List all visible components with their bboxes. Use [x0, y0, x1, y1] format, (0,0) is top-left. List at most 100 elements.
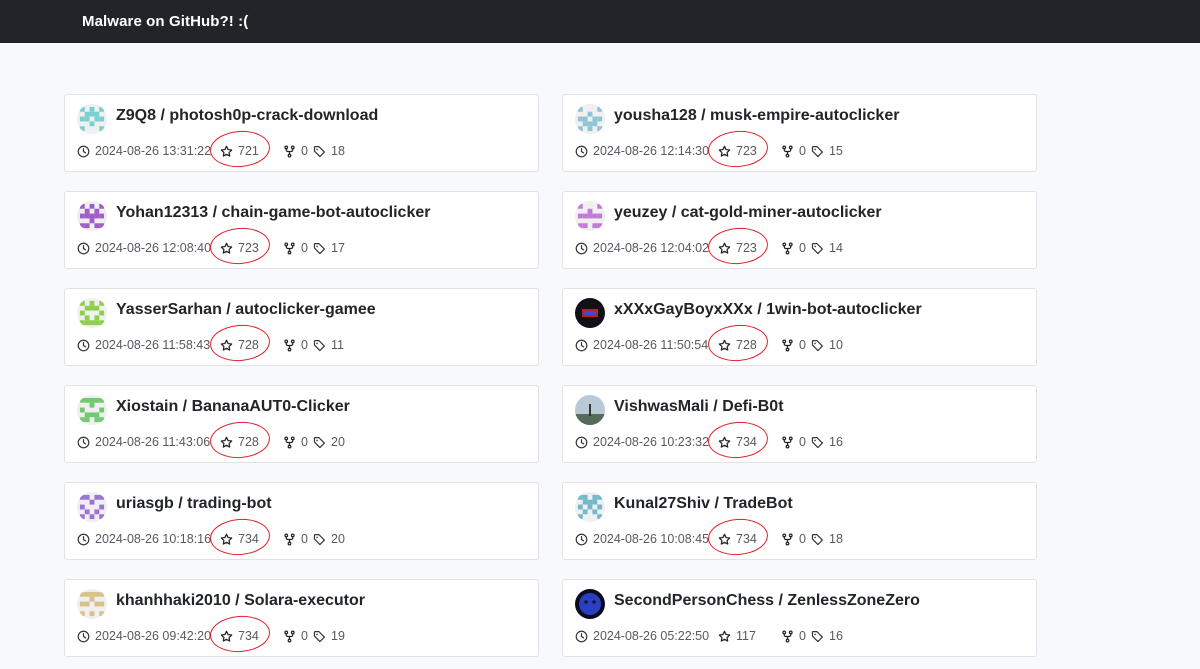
tag-count[interactable]: 14 — [811, 239, 843, 257]
owner-avatar[interactable] — [575, 201, 605, 231]
tag-count[interactable]: 18 — [811, 530, 843, 548]
repo-link[interactable]: xXXxGayBoyxXXx / 1win-bot-autoclicker — [614, 301, 922, 319]
repo-card[interactable]: YasserSarhan / autoclicker-gamee 2024-08… — [64, 288, 539, 366]
pushed-time: 2024-08-26 12:14:30 — [575, 142, 709, 160]
fork-count[interactable]: 0 — [283, 530, 308, 548]
owner-avatar[interactable] — [77, 492, 107, 522]
repo-link[interactable]: Z9Q8 / photosh0p-crack-download — [116, 107, 378, 125]
fork-count-value: 0 — [799, 629, 806, 643]
tag-count-value: 18 — [829, 532, 843, 546]
pushed-time: 2024-08-26 13:31:22 — [77, 142, 211, 160]
star-icon — [220, 630, 238, 643]
repo-link[interactable]: khanhhaki2010 / Solara-executor — [116, 592, 365, 610]
tag-icon — [313, 242, 331, 255]
owner-avatar[interactable] — [575, 492, 605, 522]
tag-count[interactable]: 15 — [811, 142, 843, 160]
repo-meta: 2024-08-26 10:23:32 734 0 16 — [575, 419, 1035, 461]
star-count-value: 117 — [736, 629, 756, 643]
fork-count[interactable]: 0 — [781, 530, 806, 548]
star-count[interactable]: 723 — [718, 142, 757, 160]
star-count[interactable]: 734 — [220, 530, 259, 548]
repo-card[interactable]: xXXxGayBoyxXXx / 1win-bot-autoclicker 20… — [562, 288, 1037, 366]
fork-count-value: 0 — [301, 144, 308, 158]
star-icon — [220, 145, 238, 158]
tag-count[interactable]: 10 — [811, 336, 843, 354]
fork-count[interactable]: 0 — [283, 433, 308, 451]
fork-count-value: 0 — [799, 532, 806, 546]
repo-card[interactable]: Xiostain / BananaAUT0-Clicker 2024-08-26… — [64, 385, 539, 463]
fork-icon — [283, 339, 301, 352]
tag-count[interactable]: 18 — [313, 142, 345, 160]
owner-avatar[interactable] — [575, 395, 605, 425]
star-count[interactable]: 728 — [220, 433, 259, 451]
owner-avatar[interactable] — [77, 298, 107, 328]
repo-card[interactable]: Yohan12313 / chain-game-bot-autoclicker … — [64, 191, 539, 269]
repo-card[interactable]: Z9Q8 / photosh0p-crack-download 2024-08-… — [64, 94, 539, 172]
fork-icon — [283, 630, 301, 643]
repo-meta: 2024-08-26 11:58:43 728 0 11 — [77, 322, 537, 364]
repo-link[interactable]: VishwasMali / Defi-B0t — [614, 398, 784, 416]
repo-link[interactable]: YasserSarhan / autoclicker-gamee — [116, 301, 376, 319]
fork-count[interactable]: 0 — [781, 433, 806, 451]
owner-avatar[interactable] — [77, 104, 107, 134]
fork-count[interactable]: 0 — [283, 336, 308, 354]
tag-count[interactable]: 16 — [811, 627, 843, 645]
owner-avatar[interactable] — [77, 201, 107, 231]
star-count[interactable]: 728 — [220, 336, 259, 354]
tag-count[interactable]: 19 — [313, 627, 345, 645]
repo-link[interactable]: SecondPersonChess / ZenlessZoneZero — [614, 592, 920, 610]
fork-count[interactable]: 0 — [781, 142, 806, 160]
pushed-time-value: 2024-08-26 12:14:30 — [593, 144, 710, 158]
tag-count[interactable]: 20 — [313, 530, 345, 548]
repo-link[interactable]: Xiostain / BananaAUT0-Clicker — [116, 398, 350, 416]
owner-avatar[interactable] — [575, 589, 605, 619]
fork-count-value: 0 — [301, 241, 308, 255]
repo-card[interactable]: yousha128 / musk-empire-autoclicker 2024… — [562, 94, 1037, 172]
repo-card[interactable]: VishwasMali / Defi-B0t 2024-08-26 10:23:… — [562, 385, 1037, 463]
tag-count[interactable]: 11 — [313, 336, 344, 354]
repo-link[interactable]: yeuzey / cat-gold-miner-autoclicker — [614, 204, 882, 222]
fork-count[interactable]: 0 — [283, 239, 308, 257]
star-count[interactable]: 117 — [718, 627, 756, 645]
star-count[interactable]: 723 — [220, 239, 259, 257]
repo-card[interactable]: yeuzey / cat-gold-miner-autoclicker 2024… — [562, 191, 1037, 269]
repo-card[interactable]: SecondPersonChess / ZenlessZoneZero 2024… — [562, 579, 1037, 657]
star-count[interactable]: 734 — [220, 627, 259, 645]
owner-avatar[interactable] — [575, 104, 605, 134]
fork-icon — [781, 145, 799, 158]
owner-avatar[interactable] — [77, 589, 107, 619]
star-count[interactable]: 723 — [718, 239, 757, 257]
tag-count[interactable]: 20 — [313, 433, 345, 451]
pushed-time: 2024-08-26 11:43:06 — [77, 433, 210, 451]
pushed-time: 2024-08-26 09:42:20 — [77, 627, 211, 645]
repo-link[interactable]: uriasgb / trading-bot — [116, 495, 272, 513]
pushed-time-value: 2024-08-26 09:42:20 — [95, 629, 212, 643]
owner-avatar[interactable] — [575, 298, 605, 328]
clock-icon — [77, 145, 95, 158]
star-count[interactable]: 734 — [718, 530, 757, 548]
owner-avatar[interactable] — [77, 395, 107, 425]
repo-link[interactable]: Kunal27Shiv / TradeBot — [614, 495, 793, 513]
repo-card[interactable]: Kunal27Shiv / TradeBot 2024-08-26 10:08:… — [562, 482, 1037, 560]
repo-card[interactable]: uriasgb / trading-bot 2024-08-26 10:18:1… — [64, 482, 539, 560]
repo-card[interactable]: khanhhaki2010 / Solara-executor 2024-08-… — [64, 579, 539, 657]
star-count[interactable]: 728 — [718, 336, 757, 354]
fork-count[interactable]: 0 — [781, 336, 806, 354]
star-count-value: 734 — [238, 532, 259, 546]
clock-icon — [575, 242, 593, 255]
repo-link[interactable]: Yohan12313 / chain-game-bot-autoclicker — [116, 204, 430, 222]
fork-count[interactable]: 0 — [283, 627, 308, 645]
star-count-value: 721 — [238, 144, 259, 158]
star-icon — [220, 533, 238, 546]
fork-icon — [283, 436, 301, 449]
repo-link[interactable]: yousha128 / musk-empire-autoclicker — [614, 107, 899, 125]
fork-count[interactable]: 0 — [781, 627, 806, 645]
tag-count[interactable]: 16 — [811, 433, 843, 451]
fork-count[interactable]: 0 — [781, 239, 806, 257]
pushed-time-value: 2024-08-26 12:08:40 — [95, 241, 212, 255]
tag-count[interactable]: 17 — [313, 239, 345, 257]
star-icon — [718, 339, 736, 352]
star-count[interactable]: 734 — [718, 433, 757, 451]
fork-count[interactable]: 0 — [283, 142, 308, 160]
star-count[interactable]: 721 — [220, 142, 259, 160]
